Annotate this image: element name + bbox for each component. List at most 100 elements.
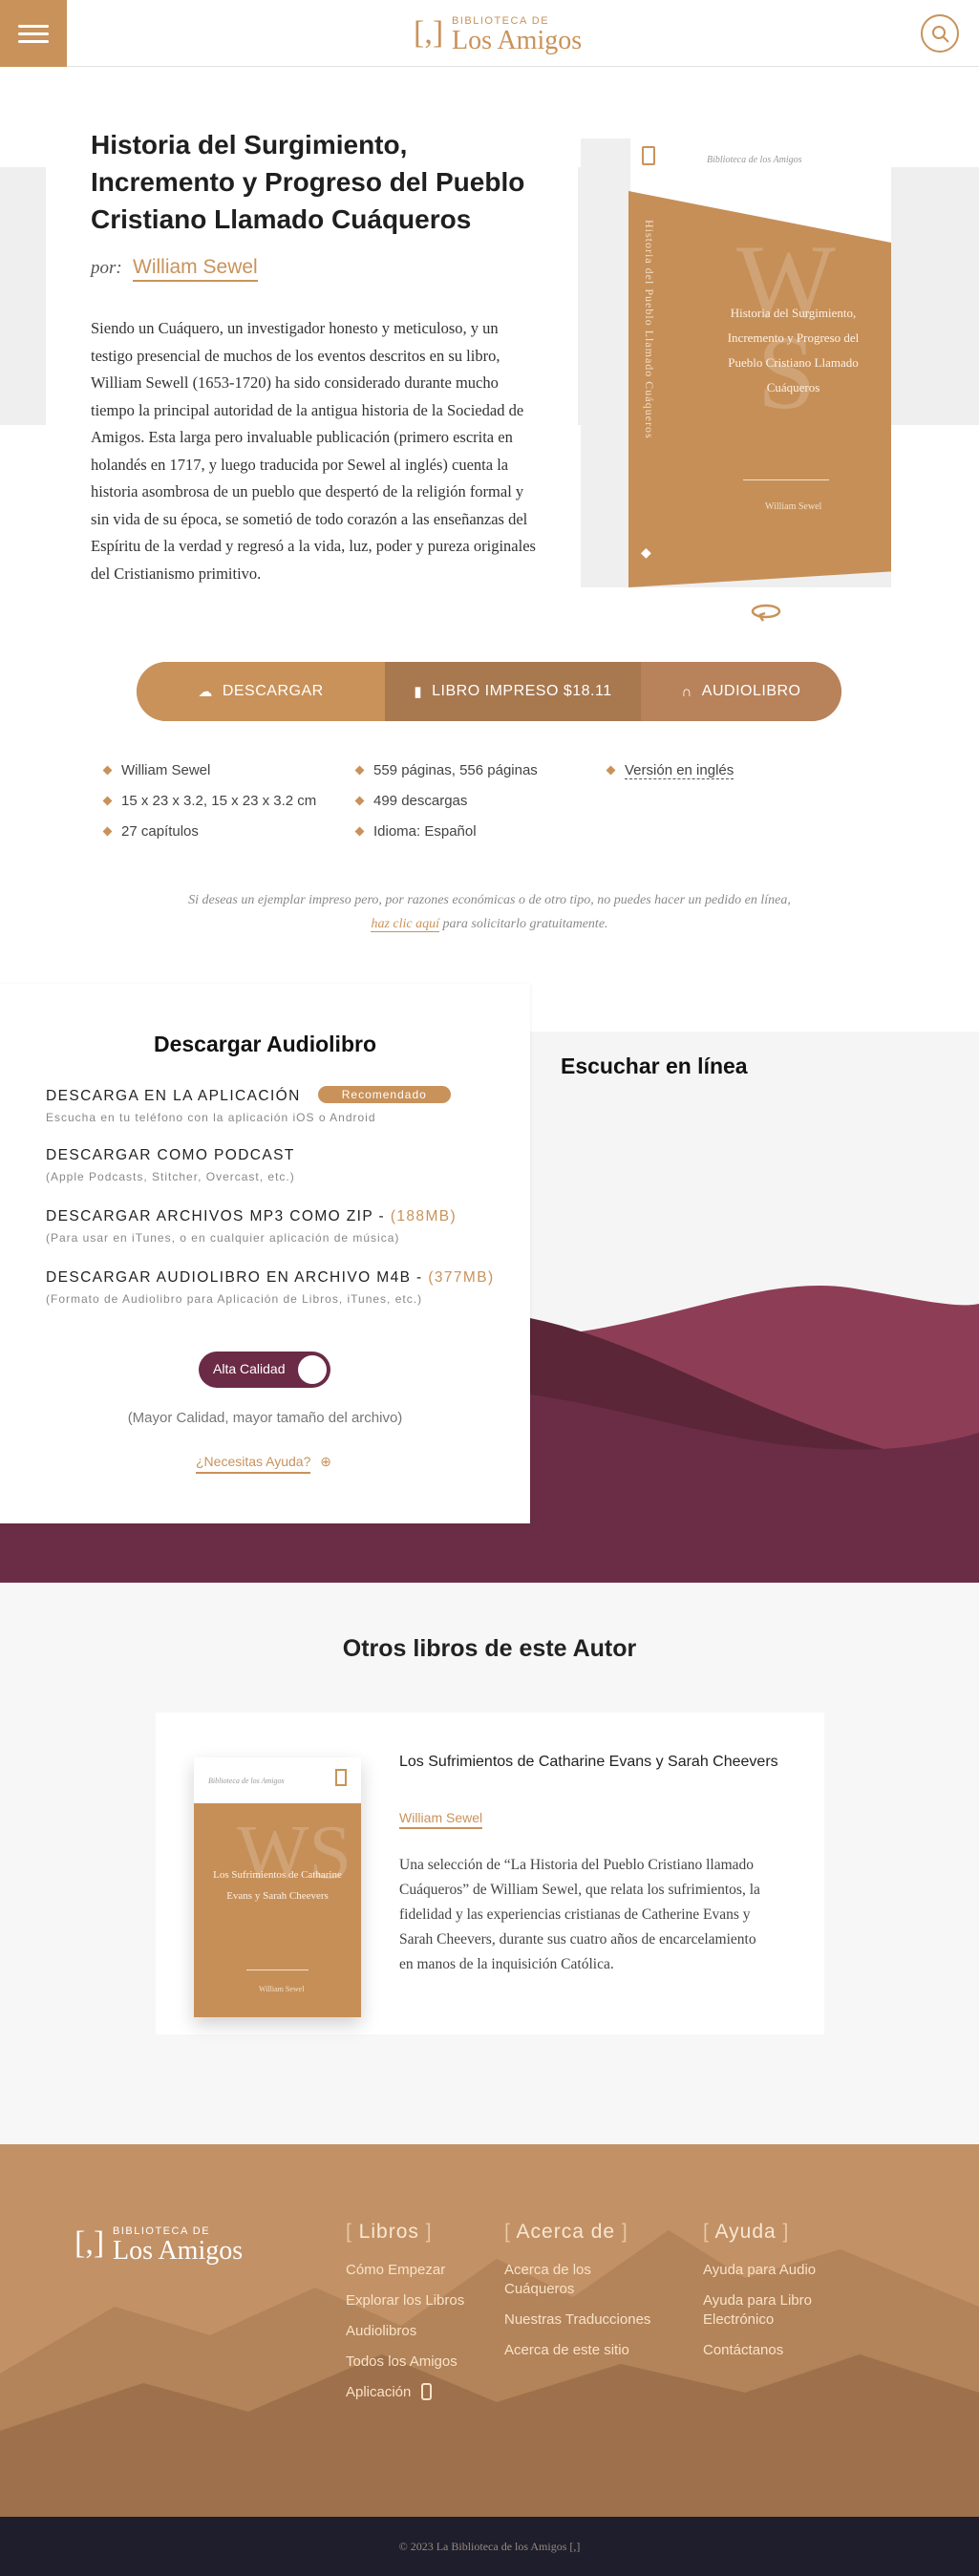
- site-logo[interactable]: [,] BIBLIOTECA DE Los Amigos: [414, 13, 605, 55]
- note-text-after: para solicitarlo gratuitamente.: [442, 917, 608, 931]
- download-mp3-sub: (Para usar en iTunes, o en cualquier apl…: [46, 1231, 400, 1245]
- help-label: ¿Necesitas Ayuda?: [196, 1454, 311, 1474]
- mini-cover-divider: [246, 1969, 309, 1970]
- cover-spine-text: Historia del Pueblo Llamado Cuáqueros: [643, 220, 656, 439]
- listen-online-heading: Escuchar en línea: [561, 1054, 748, 1078]
- footer-link[interactable]: Nuestras Traducciones: [504, 2310, 676, 2330]
- mini-cover-top: Biblioteca de los Amigos: [194, 1757, 361, 1803]
- quality-note: (Mayor Calidad, mayor tamaño del archivo…: [127, 1410, 403, 1426]
- footer-link[interactable]: Ayuda para Libro Electrónico: [703, 2291, 841, 2330]
- search-button[interactable]: [921, 14, 959, 53]
- footer-col-help: [ Ayuda ] Ayuda para Audio Ayuda para Li…: [703, 2221, 841, 2372]
- other-book-author[interactable]: William Sewel: [399, 1810, 483, 1829]
- footer-logo[interactable]: [,] BIBLIOTECA DE Los Amigos: [74, 2224, 266, 2271]
- meta-pages: 559 páginas, 556 páginas: [354, 759, 538, 790]
- footer-heading: [ Ayuda ]: [703, 2221, 790, 2243]
- mini-cover-title: Los Sufrimientos de Catharine Evans y Sa…: [213, 1869, 342, 1902]
- audiobook-button[interactable]: ∩ AUDIOLIBRO: [641, 662, 841, 721]
- audiobook-label: AUDIOLIBRO: [701, 683, 801, 699]
- book-icon: ▮: [414, 684, 423, 700]
- footer-col-books: [ Libros ] Cómo Empezar Explorar los Lib…: [346, 2221, 484, 2414]
- download-app-sub: Escucha en tu teléfono con la aplicación…: [46, 1111, 376, 1124]
- note-text: Si deseas un ejemplar impreso pero, por …: [188, 893, 791, 907]
- menu-icon[interactable]: [0, 0, 67, 67]
- m4b-size: (377MB): [428, 1269, 495, 1286]
- download-audiobook-card: [0, 984, 530, 1523]
- logo-big-text: Los Amigos: [113, 2236, 244, 2266]
- rotate-cover-icon[interactable]: [750, 602, 782, 625]
- english-version-link[interactable]: Versión en inglés: [625, 762, 734, 779]
- mp3-size: (188MB): [390, 1208, 458, 1224]
- download-podcast-label: DESCARGAR COMO PODCAST: [46, 1147, 295, 1163]
- cover-bracket-icon: [335, 1769, 347, 1786]
- other-books-heading: Otros libros de este Autor: [342, 1635, 637, 1662]
- footer-link-label: Aplicación: [346, 2384, 412, 2400]
- footer-link[interactable]: Explorar los Libros: [346, 2291, 484, 2310]
- download-mp3-option[interactable]: DESCARGAR ARCHIVOS MP3 COMO ZIP - (188MB…: [46, 1208, 523, 1245]
- download-button[interactable]: ☁ DESCARGAR: [137, 662, 385, 721]
- by-label: por:: [91, 258, 122, 278]
- toggle-knob: [298, 1355, 327, 1384]
- download-app-label: DESCARGA EN LA APLICACIÓN: [46, 1088, 301, 1104]
- footer-link[interactable]: Ayuda para Audio: [703, 2261, 841, 2280]
- download-m4b-option[interactable]: DESCARGAR AUDIOLIBRO EN ARCHIVO M4B - (3…: [46, 1269, 523, 1306]
- download-podcast-option[interactable]: DESCARGAR COMO PODCAST (Apple Podcasts, …: [46, 1147, 523, 1183]
- meta-dimensions: 15 x 23 x 3.2, 15 x 23 x 3.2 cm: [102, 790, 316, 820]
- footer-link[interactable]: Todos los Amigos: [346, 2352, 484, 2372]
- mini-cover-top-text: Biblioteca de los Amigos: [208, 1777, 285, 1785]
- logo-bracket: [,]: [74, 2225, 105, 2261]
- footer-heading-label: Ayuda: [714, 2221, 777, 2243]
- request-free-link[interactable]: haz clic aquí: [371, 917, 439, 932]
- book-description: Siendo un Cuáquero, un investigador hone…: [91, 319, 536, 583]
- help-link[interactable]: ¿Necesitas Ayuda? ⊕: [196, 1454, 331, 1474]
- footer-link[interactable]: Audiolibros: [346, 2322, 484, 2341]
- download-m4b-sub: (Formato de Audiolibro para Aplicación d…: [46, 1292, 423, 1306]
- meta-chapters: 27 capítulos: [102, 820, 316, 851]
- book-title: Historia del Surgimiento, Incremento y P…: [91, 130, 525, 234]
- footer-heading: [ Libros ]: [346, 2221, 433, 2243]
- download-podcast-sub: (Apple Podcasts, Stitcher, Overcast, etc…: [46, 1170, 295, 1183]
- book-author-link[interactable]: William Sewel: [133, 256, 258, 282]
- toggle-label: Alta Calidad: [213, 1361, 286, 1376]
- recommended-badge: Recomendado: [317, 1086, 451, 1103]
- footer-link[interactable]: Acerca de este sitio: [504, 2341, 676, 2360]
- footer-heading-label: Libros: [358, 2221, 419, 2243]
- footer-app-link[interactable]: Aplicación: [346, 2383, 484, 2402]
- copyright-bar: © 2023 La Biblioteca de los Amigos [,]: [0, 2517, 979, 2576]
- cover-author: William Sewel: [765, 501, 822, 512]
- cloud-icon: ☁: [198, 684, 213, 700]
- book-cover[interactable]: Historia del Pueblo Llamado Cuáqueros W …: [628, 191, 891, 587]
- headphones-icon: ∩: [681, 683, 692, 700]
- cover-title: Historia del Surgimiento, Incremento y P…: [727, 306, 860, 394]
- high-quality-toggle[interactable]: Alta Calidad: [199, 1352, 330, 1388]
- footer-link[interactable]: Contáctanos: [703, 2341, 841, 2360]
- download-audiobook-heading: Descargar Audiolibro: [153, 1032, 377, 1056]
- other-book-title[interactable]: Los Sufrimientos de Catharine Evans y Sa…: [399, 1750, 781, 1774]
- download-app-option[interactable]: DESCARGA EN LA APLICACIÓN Recomendado Esc…: [46, 1086, 523, 1124]
- download-label: DESCARGAR: [222, 683, 324, 699]
- download-mp3-label: DESCARGAR ARCHIVOS MP3 COMO ZIP -: [46, 1208, 386, 1224]
- lifebuoy-icon: ⊕: [320, 1454, 331, 1469]
- book-meta-list: 559 páginas, 556 páginas 499 descargas I…: [354, 759, 538, 851]
- book-byline: por: William Sewel: [91, 256, 258, 282]
- footer-link[interactable]: Cómo Empezar: [346, 2261, 484, 2280]
- cover-bracket-icon: [642, 146, 655, 165]
- cover-back-text: Biblioteca de los Amigos: [707, 155, 802, 165]
- footer-heading-label: Acerca de: [516, 2221, 616, 2243]
- book-actions-bar: ☁ DESCARGAR ▮ LIBRO IMPRESO $18.11 ∩ AUD…: [137, 662, 841, 721]
- print-book-button[interactable]: ▮ LIBRO IMPRESO $18.11: [385, 662, 641, 721]
- site-header: [,] BIBLIOTECA DE Los Amigos: [0, 0, 979, 67]
- free-copy-note: Si deseas un ejemplar impreso pero, por …: [153, 888, 826, 936]
- mini-cover-author: William Sewel: [259, 1985, 305, 1993]
- search-icon: [932, 26, 949, 43]
- phone-icon: [420, 2383, 432, 2400]
- meta-english-version[interactable]: Versión en inglés: [606, 759, 734, 790]
- other-book-cover[interactable]: Biblioteca de los Amigos WS Los Sufrimie…: [194, 1757, 361, 2017]
- meta-language: Idioma: Español: [354, 820, 538, 851]
- footer-link[interactable]: Acerca de los Cuáqueros: [504, 2261, 643, 2299]
- footer-col-about: [ Acerca de ] Acerca de los Cuáqueros Nu…: [504, 2221, 676, 2372]
- book-meta-list: Versión en inglés: [606, 759, 734, 790]
- download-m4b-label: DESCARGAR AUDIOLIBRO EN ARCHIVO M4B -: [46, 1269, 423, 1286]
- book-meta-list: William Sewel 15 x 23 x 3.2, 15 x 23 x 3…: [102, 759, 316, 851]
- meta-downloads: 499 descargas: [354, 790, 538, 820]
